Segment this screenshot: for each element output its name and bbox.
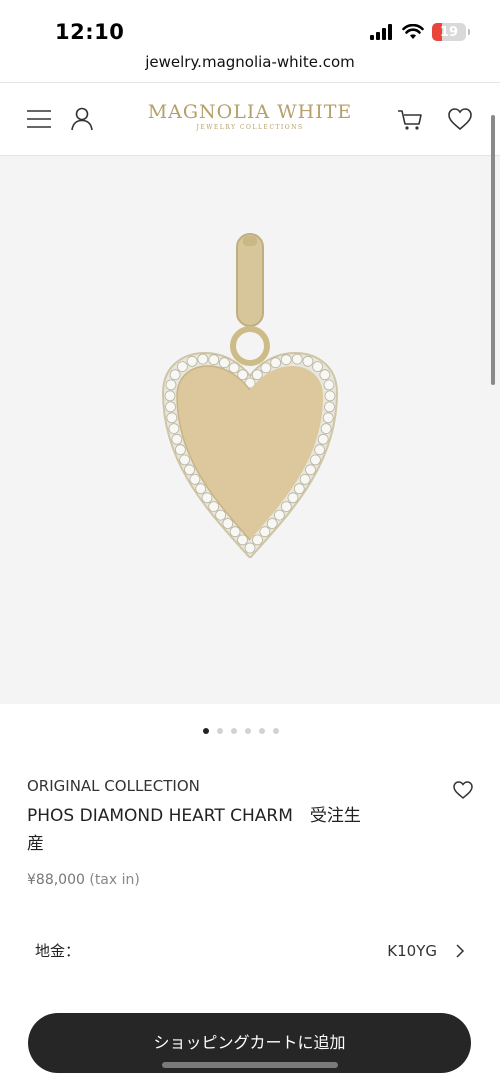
product-image[interactable]: [0, 156, 500, 704]
logo-sub-text: JEWELRY COLLECTIONS: [196, 124, 304, 131]
wifi-icon: [402, 24, 424, 39]
price-value: ¥88,000: [27, 872, 85, 888]
heart-charm-image: [161, 233, 339, 558]
cart-icon[interactable]: [396, 105, 424, 133]
product-collection: ORIGINAL COLLECTION: [27, 777, 200, 795]
carousel-dot[interactable]: [203, 728, 209, 734]
cellular-signal-icon: [370, 24, 392, 40]
product-price: ¥88,000 (tax in): [27, 872, 140, 888]
carousel-dot[interactable]: [231, 728, 237, 734]
price-tax-note: (tax in): [89, 872, 140, 888]
carousel-dot[interactable]: [245, 728, 251, 734]
material-value: K10YG: [387, 942, 437, 960]
material-selector[interactable]: 地金： K10YG: [35, 940, 475, 964]
url-text: jewelry.magnolia-white.com: [145, 53, 355, 71]
battery-icon: 19: [432, 23, 466, 41]
material-label: 地金：: [35, 942, 81, 960]
chevron-right-icon: [456, 944, 465, 958]
carousel-dot[interactable]: [259, 728, 265, 734]
status-icons: 19: [370, 23, 470, 41]
home-indicator: [162, 1062, 338, 1068]
carousel-dots[interactable]: [203, 728, 279, 734]
battery-level: 19: [439, 24, 459, 40]
carousel-dot[interactable]: [273, 728, 279, 734]
carousel-dot[interactable]: [217, 728, 223, 734]
heart-icon[interactable]: [446, 105, 474, 133]
favorite-heart-icon[interactable]: [452, 779, 474, 801]
scrollbar[interactable]: [491, 115, 495, 385]
status-time: 12:10: [55, 20, 125, 44]
site-header: MAGNOLIA WHITE JEWELRY COLLECTIONS: [0, 83, 500, 155]
logo-main-text: MAGNOLIA WHITE: [147, 101, 353, 123]
site-logo[interactable]: MAGNOLIA WHITE JEWELRY COLLECTIONS: [0, 101, 500, 131]
product-title: PHOS DIAMOND HEART CHARM 受注生産: [27, 806, 361, 854]
url-bar[interactable]: jewelry.magnolia-white.com: [0, 52, 500, 82]
status-bar: 12:10 19: [0, 0, 500, 52]
